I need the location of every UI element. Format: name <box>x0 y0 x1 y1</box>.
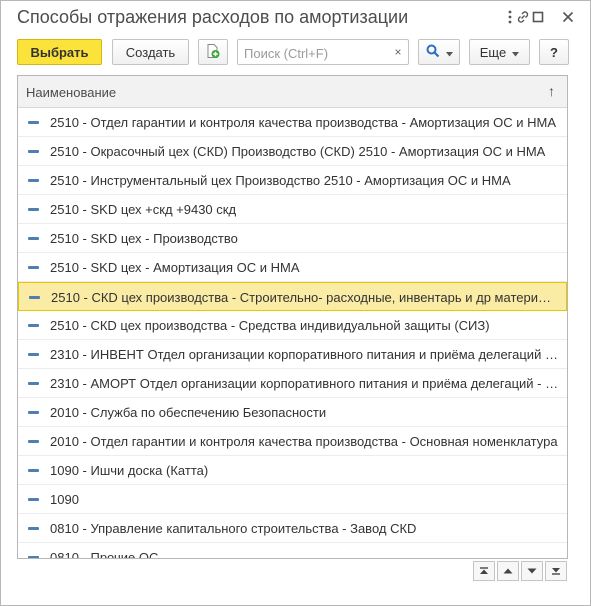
item-marker-icon <box>28 179 39 182</box>
row-name: 2010 - Отдел гарантии и контроля качеств… <box>50 434 558 449</box>
item-marker-icon <box>28 121 39 124</box>
row-name: 2510 - Отдел гарантии и контроля качеств… <box>50 115 556 130</box>
item-marker-icon <box>28 469 39 472</box>
row-name: 2510 - Инструментальный цех Производство… <box>50 173 511 188</box>
item-marker-icon <box>28 150 39 153</box>
close-icon[interactable] <box>558 7 578 27</box>
table-row[interactable]: 2510 - Инструментальный цех Производство… <box>18 166 567 195</box>
row-name: 2010 - Служба по обеспечению Безопасност… <box>50 405 327 420</box>
list-table: Наименование ↑ 2510 - Отдел гарантии и к… <box>17 75 568 559</box>
add-copy-icon <box>205 43 221 62</box>
sort-ascending-icon[interactable]: ↑ <box>548 83 555 99</box>
list-navigation <box>473 561 567 581</box>
row-name: 2510 - SKD цех - Производство <box>50 231 238 246</box>
item-marker-icon <box>28 324 39 327</box>
item-marker-icon <box>28 411 39 414</box>
row-name: 1090 - Ишчи доска (Катта) <box>50 463 209 478</box>
table-row[interactable]: 2510 - Окрасочный цех (СКD) Производство… <box>18 137 567 166</box>
item-marker-icon <box>28 556 39 558</box>
table-row[interactable]: 2010 - Отдел гарантии и контроля качеств… <box>18 427 567 456</box>
search-icon <box>426 44 440 61</box>
table-row[interactable]: 0810 - Управление капитального строитель… <box>18 514 567 543</box>
item-marker-icon <box>28 353 39 356</box>
table-row[interactable]: 2510 - СКD цех производства - Средства и… <box>18 311 567 340</box>
search-input[interactable] <box>242 43 392 63</box>
go-first-icon[interactable] <box>473 561 495 581</box>
table-body: 2510 - Отдел гарантии и контроля качеств… <box>18 108 567 559</box>
row-name: 2310 - АМОРТ Отдел организации корпорати… <box>50 376 559 391</box>
row-name: 2510 - СКD цех производства - Строительн… <box>51 290 558 305</box>
table-row[interactable]: 0810 - Прочие ОС <box>18 543 567 559</box>
more-button-label: Еще <box>479 44 507 60</box>
table-row[interactable]: 2510 - СКD цех производства - Строительн… <box>18 282 567 311</box>
chevron-down-icon <box>445 45 453 60</box>
table-row[interactable]: 1090 <box>18 485 567 514</box>
maximize-icon[interactable] <box>528 7 548 27</box>
row-name: 2310 - ИНВЕНТ Отдел организации корпорат… <box>50 347 559 362</box>
table-header[interactable]: Наименование ↑ <box>18 76 567 108</box>
table-row[interactable]: 2510 - SKD цех +скд +9430 скд <box>18 195 567 224</box>
row-name: 2510 - СКD цех производства - Средства и… <box>50 318 490 333</box>
go-up-icon[interactable] <box>497 561 519 581</box>
item-marker-icon <box>28 498 39 501</box>
add-copy-button[interactable] <box>198 39 228 65</box>
table-row[interactable]: 2010 - Служба по обеспечению Безопасност… <box>18 398 567 427</box>
go-down-icon[interactable] <box>521 561 543 581</box>
table-row[interactable]: 2510 - SKD цех - Производство <box>18 224 567 253</box>
row-name: 2510 - SKD цех - Амортизация ОС и НМА <box>50 260 300 275</box>
table-row[interactable]: 2510 - SKD цех - Амортизация ОС и НМА <box>18 253 567 282</box>
item-marker-icon <box>28 440 39 443</box>
row-name: 0810 - Управление капитального строитель… <box>50 521 417 536</box>
clear-search-button[interactable]: × <box>388 40 408 64</box>
search-field[interactable]: × <box>237 39 409 65</box>
item-marker-icon <box>28 527 39 530</box>
chevron-down-icon <box>512 45 520 60</box>
item-marker-icon <box>29 296 40 299</box>
dialog-window: Способы отражения расходов по амортизаци… <box>0 0 591 606</box>
title-bar: Способы отражения расходов по амортизаци… <box>1 1 590 35</box>
table-row[interactable]: 2310 - ИНВЕНТ Отдел организации корпорат… <box>18 340 567 369</box>
select-button[interactable]: Выбрать <box>17 39 102 65</box>
create-button[interactable]: Создать <box>112 39 189 65</box>
table-row[interactable]: 2510 - Отдел гарантии и контроля качеств… <box>18 108 567 137</box>
table-row[interactable]: 2310 - АМОРТ Отдел организации корпорати… <box>18 369 567 398</box>
more-button[interactable]: Еще <box>469 39 530 65</box>
column-header-name[interactable]: Наименование <box>26 85 116 100</box>
item-marker-icon <box>28 266 39 269</box>
item-marker-icon <box>28 237 39 240</box>
row-name: 0810 - Прочие ОС <box>50 550 159 559</box>
row-name: 1090 <box>50 492 79 507</box>
item-marker-icon <box>28 382 39 385</box>
row-name: 2510 - Окрасочный цех (СКD) Производство… <box>50 144 546 159</box>
go-last-icon[interactable] <box>545 561 567 581</box>
toolbar: Выбрать Создать × Еще <box>1 39 590 67</box>
item-marker-icon <box>28 208 39 211</box>
table-row[interactable]: 1090 - Ишчи доска (Катта) <box>18 456 567 485</box>
row-name: 2510 - SKD цех +скд +9430 скд <box>50 202 237 217</box>
help-button[interactable]: ? <box>539 39 569 65</box>
window-title: Способы отражения расходов по амортизаци… <box>17 7 409 27</box>
search-options-button[interactable] <box>418 39 460 65</box>
